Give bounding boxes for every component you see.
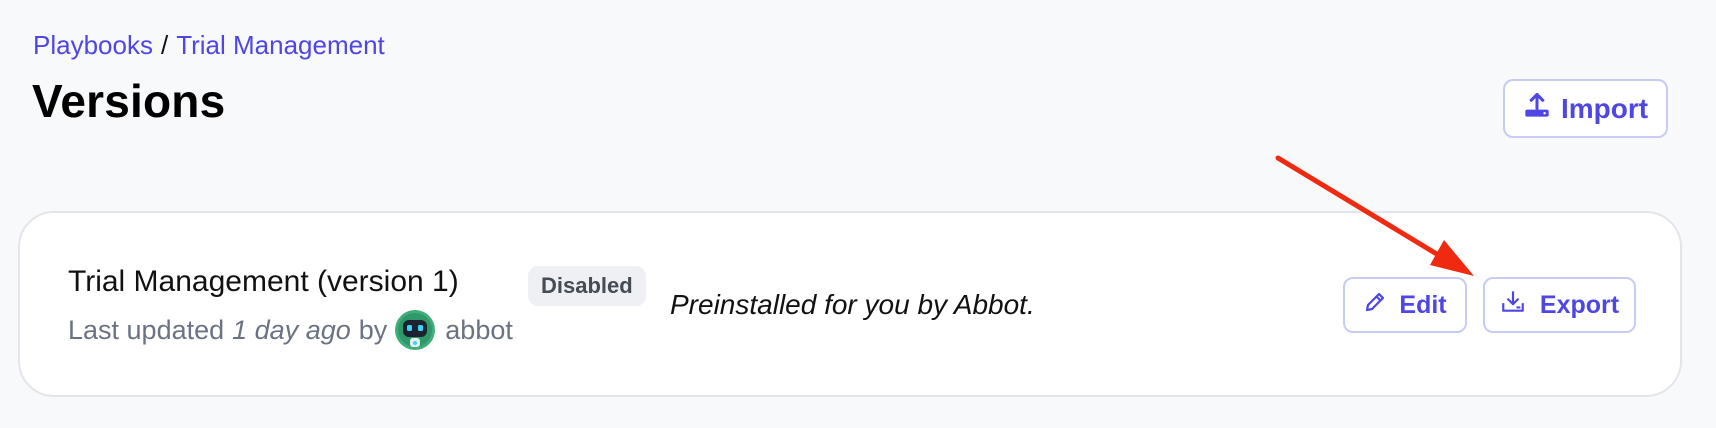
breadcrumb-link-playbooks[interactable]: Playbooks	[33, 30, 153, 60]
export-button-label: Export	[1539, 290, 1620, 319]
breadcrumb-link-trial-management[interactable]: Trial Management	[176, 30, 385, 60]
breadcrumb: Playbooks / Trial Management	[33, 30, 385, 61]
status-badge: Disabled	[528, 266, 646, 306]
last-updated-label: Last updated	[68, 314, 225, 345]
edit-button[interactable]: Edit	[1343, 277, 1467, 333]
author-name[interactable]: abbot	[445, 315, 513, 346]
import-button[interactable]: Import	[1503, 79, 1668, 138]
version-card: Trial Management (version 1) Disabled La…	[18, 211, 1682, 397]
avatar	[395, 310, 436, 350]
upload-icon	[1523, 91, 1551, 126]
import-button-label: Import	[1560, 92, 1649, 124]
last-updated-meta: Last updated 1 day ago by abbot	[68, 310, 513, 350]
by-label: by	[358, 314, 388, 345]
edit-button-label: Edit	[1399, 290, 1447, 319]
version-title: Trial Management (version 1)	[68, 265, 459, 298]
pencil-icon	[1363, 290, 1387, 321]
page-title: Versions	[32, 75, 226, 127]
download-icon	[1500, 289, 1526, 322]
version-description: Preinstalled for you by Abbot.	[670, 289, 1035, 320]
export-button[interactable]: Export	[1483, 277, 1636, 333]
breadcrumb-separator: /	[160, 30, 169, 60]
last-updated-time: 1 day ago	[232, 314, 351, 345]
